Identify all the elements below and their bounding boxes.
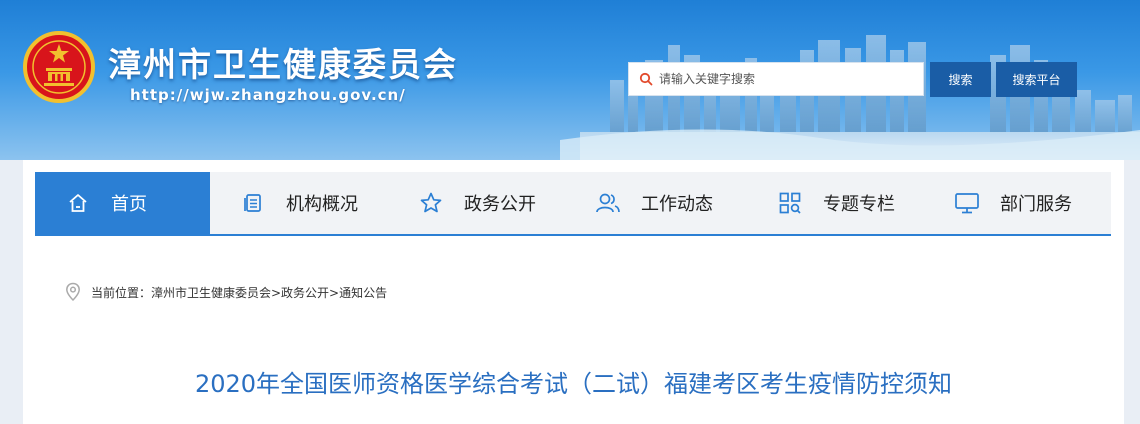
search-box	[628, 62, 924, 96]
nav-item-label: 工作动态	[641, 194, 713, 215]
nav-item-label: 机构概况	[286, 194, 358, 215]
nav-item-organization[interactable]: 机构概况	[210, 172, 388, 234]
nav-item-label: 政务公开	[464, 194, 536, 215]
grid-search-icon	[775, 188, 805, 218]
national-emblem-logo	[23, 31, 95, 103]
search-button[interactable]: 搜索	[930, 62, 991, 97]
nav-item-department-services[interactable]: 部门服务	[924, 172, 1111, 234]
nav-item-label: 部门服务	[1000, 194, 1072, 215]
nav-item-label: 专题专栏	[823, 194, 895, 215]
breadcrumb-text: 当前位置：漳州市卫生健康委员会>政务公开>通知公告	[91, 285, 388, 300]
nav-item-label: 首页	[111, 194, 147, 215]
monitor-icon	[952, 188, 982, 218]
document-list-icon	[238, 188, 268, 218]
search-icon	[639, 72, 653, 86]
nav-item-home[interactable]: 首页	[35, 172, 210, 234]
main-content: 首页 机构概况 政务公开 工作动态 专题专栏 部门服务 当前位置：漳州市卫生健康…	[23, 160, 1124, 424]
main-nav: 首页 机构概况 政务公开 工作动态 专题专栏 部门服务	[35, 172, 1111, 236]
site-header: 漳州市卫生健康委员会 http://wjw.zhangzhou.gov.cn/ …	[0, 0, 1140, 160]
article-title: 2020年全国医师资格医学综合考试（二试）福建考区考生疫情防控须知	[194, 370, 953, 398]
site-title: 漳州市卫生健康委员会	[108, 45, 458, 84]
users-icon	[593, 188, 623, 218]
nav-item-work-news[interactable]: 工作动态	[565, 172, 747, 234]
site-url: http://wjw.zhangzhou.gov.cn/	[130, 86, 406, 104]
nav-item-special-topics[interactable]: 专题专栏	[747, 172, 924, 234]
breadcrumb: 当前位置：漳州市卫生健康委员会>政务公开>通知公告	[65, 282, 387, 302]
location-pin-icon	[66, 282, 80, 302]
star-icon	[416, 188, 446, 218]
nav-item-government-affairs[interactable]: 政务公开	[388, 172, 565, 234]
search-input[interactable]	[657, 71, 901, 87]
search-platform-button[interactable]: 搜索平台	[996, 62, 1077, 97]
home-icon	[63, 188, 93, 218]
